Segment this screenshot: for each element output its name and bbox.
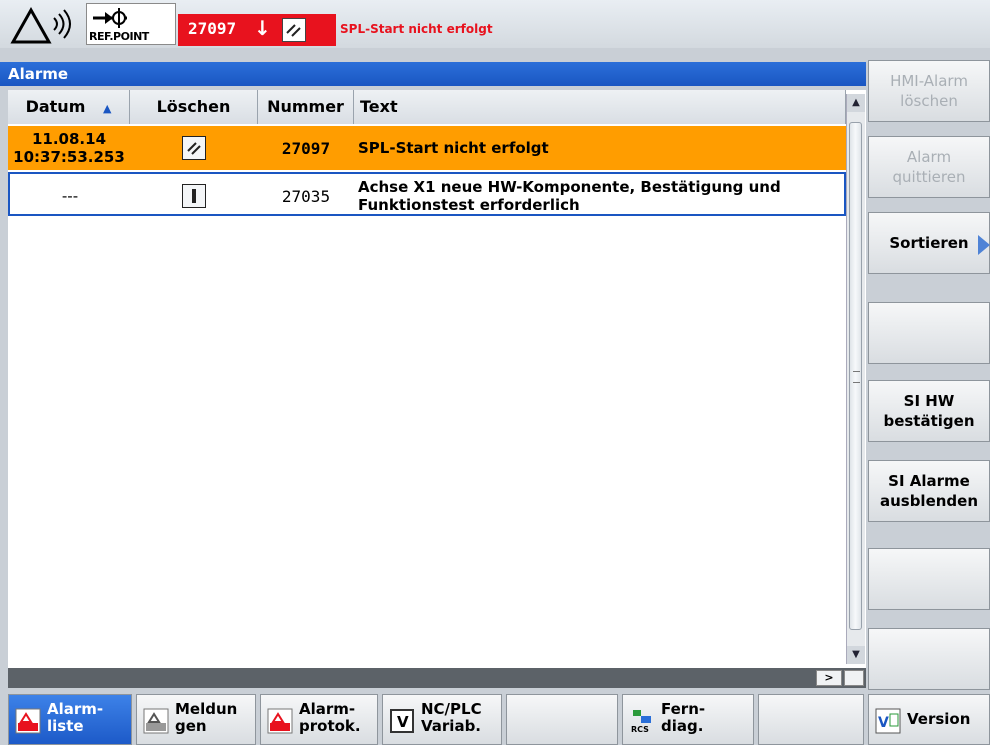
cancel-key-icon	[182, 184, 206, 208]
alarm-message: SPL-Start nicht erfolgt	[340, 22, 493, 36]
remote-diagnosis-icon: RCS	[629, 708, 655, 734]
horizontal-scroll-strip: >	[8, 668, 866, 688]
alarm-number: 27097	[188, 19, 237, 38]
variable-icon: V	[389, 708, 415, 734]
column-header-loeschen[interactable]: Löschen	[130, 90, 258, 124]
power-on-reset-icon	[282, 18, 306, 42]
submenu-arrow-icon	[978, 235, 990, 255]
grip-icon	[853, 371, 860, 383]
scroll-thumb[interactable]	[849, 122, 862, 630]
si-alarme-ausblenden-button[interactable]: SI Alarme ausblenden	[868, 460, 990, 522]
meldungen-button[interactable]: Meldun gen	[136, 694, 256, 745]
alarm-number: 27097	[281, 138, 331, 158]
alarmliste-button[interactable]: Alarm- liste	[8, 694, 132, 745]
scroll-down-icon[interactable]: ▼	[847, 646, 865, 664]
sortieren-button[interactable]: Sortieren	[868, 212, 990, 274]
alarmprotokoll-button[interactable]: Alarm- protok.	[260, 694, 378, 745]
softkey-bottom-empty-7[interactable]	[758, 694, 864, 745]
scroll-up-icon[interactable]: ▲	[847, 94, 865, 112]
softkey-empty-4[interactable]	[868, 302, 990, 364]
alarm-arrow: ↓	[254, 16, 271, 40]
header-bar: REF.POINT 27097 ↓ SPL-Start nicht erfolg…	[0, 0, 990, 48]
version-icon: V	[875, 708, 901, 734]
active-alarm-box[interactable]: 27097 ↓	[178, 14, 336, 46]
alarm-number: 27035	[281, 186, 331, 206]
scroll-right-icon[interactable]: >	[816, 670, 842, 686]
softkey-empty-7[interactable]	[868, 548, 990, 610]
table-row[interactable]: 11.08.14 10:37:53.253 27097 SPL-Start ni…	[8, 126, 846, 170]
alarm-list-icon	[15, 708, 41, 734]
column-header-datum[interactable]: Datum ▲	[8, 90, 130, 124]
messages-icon	[143, 708, 169, 734]
alarm-text: Achse X1 neue HW-Komponente, Bestätigung…	[358, 178, 781, 214]
alarm-text: SPL-Start nicht erfolgt	[358, 139, 549, 157]
alarm-datetime: ---	[61, 187, 79, 205]
alarm-table: Datum ▲ Löschen Nummer Text 11.08.14 10:…	[8, 90, 866, 672]
reference-point-indicator: REF.POINT	[86, 3, 176, 45]
svg-text:V: V	[878, 715, 889, 731]
version-button[interactable]: V Version	[868, 694, 990, 745]
softkey-bottom-empty-5[interactable]	[506, 694, 618, 745]
power-on-reset-icon	[182, 136, 206, 160]
sort-ascending-icon: ▲	[102, 102, 112, 115]
column-header-text[interactable]: Text	[354, 90, 846, 124]
window-title-bar: Alarme	[0, 62, 866, 86]
vertical-scrollbar[interactable]: ▲ ▼	[846, 94, 865, 664]
table-row[interactable]: --- 27035 Achse X1 neue HW-Komponente, B…	[8, 172, 846, 216]
svg-text:RCS: RCS	[631, 725, 649, 734]
nc-plc-variablen-button[interactable]: V NC/PLC Variab.	[382, 694, 502, 745]
ack-cell	[130, 174, 258, 218]
softkey-empty-8[interactable]	[868, 628, 990, 690]
reference-point-icon	[93, 8, 127, 28]
window-title: Alarme	[8, 65, 69, 83]
alarm-log-icon	[267, 708, 293, 734]
hmi-alarm-loeschen-button[interactable]: HMI-Alarm löschen	[868, 60, 990, 122]
alarm-quittieren-button[interactable]: Alarm quittieren	[868, 136, 990, 198]
ack-cell	[130, 126, 258, 170]
alarm-datetime: 11.08.14 10:37:53.253	[13, 130, 125, 166]
warning-signal-icon	[10, 6, 82, 44]
column-header-nummer[interactable]: Nummer	[258, 90, 354, 124]
svg-text:V: V	[397, 713, 409, 731]
scroll-corner	[844, 670, 864, 686]
ref-point-label: REF.POINT	[89, 30, 149, 43]
ferndiagnose-button[interactable]: RCS Fern- diag.	[622, 694, 754, 745]
si-hw-bestaetigen-button[interactable]: SI HW bestätigen	[868, 380, 990, 442]
